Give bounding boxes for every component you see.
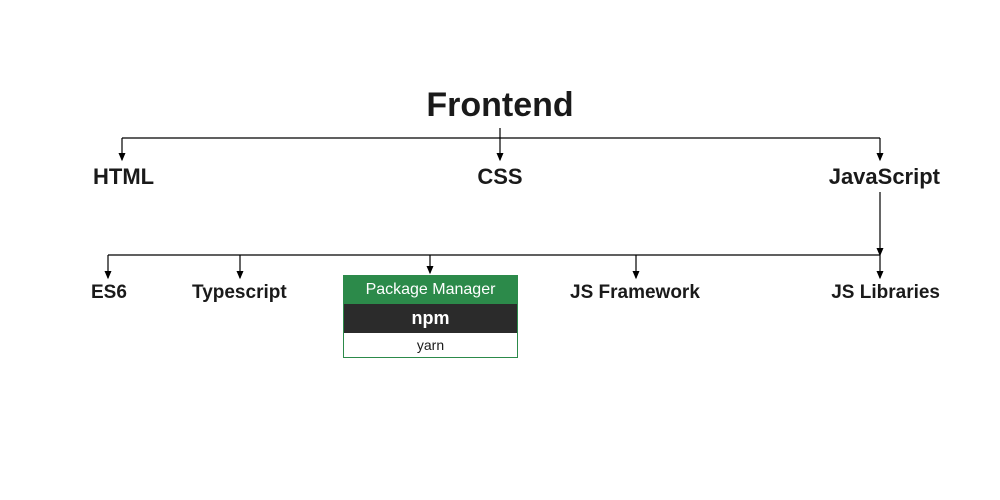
node-javascript: JavaScript <box>829 164 940 190</box>
root-frontend: Frontend <box>426 86 573 125</box>
package-manager-box: Package Manager npm yarn <box>343 275 518 358</box>
node-es6: ES6 <box>91 282 127 304</box>
package-manager-title: Package Manager <box>344 276 517 304</box>
node-js-libraries: JS Libraries <box>831 282 940 304</box>
node-js-framework: JS Framework <box>570 282 700 304</box>
package-manager-yarn: yarn <box>344 333 517 357</box>
node-typescript: Typescript <box>192 282 287 304</box>
package-manager-npm: npm <box>344 304 517 333</box>
node-css: CSS <box>477 164 522 190</box>
node-html: HTML <box>93 164 154 190</box>
connector-lines <box>0 0 1000 500</box>
frontend-tree-diagram: Frontend HTML CSS JavaScript ES6 Typescr… <box>0 0 1000 500</box>
